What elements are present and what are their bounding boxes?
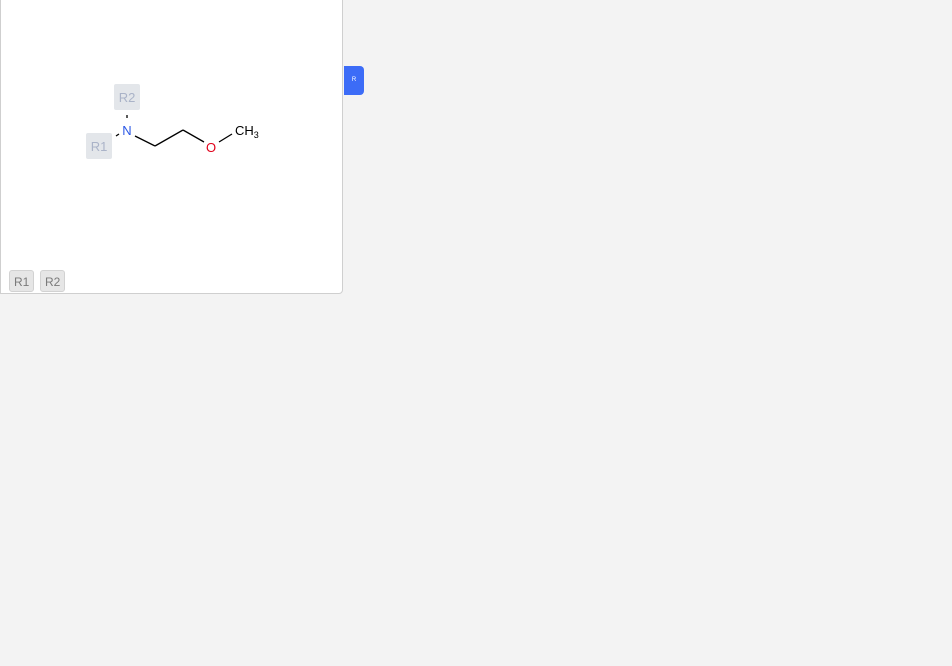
side-panel-tab[interactable]: R bbox=[344, 66, 364, 95]
molecule-canvas[interactable]: R2 R1 N O CH3 bbox=[1, 1, 344, 295]
methyl-ch: CH bbox=[235, 123, 254, 138]
r1-attachment-label: R1 bbox=[91, 139, 108, 154]
rgroup-chip-r2[interactable]: R2 bbox=[40, 270, 66, 292]
r2-attachment-label: R2 bbox=[119, 90, 136, 105]
bond-c1-c2 bbox=[154, 129, 184, 147]
methyl-subscript: 3 bbox=[254, 130, 259, 140]
bond-o-ch3 bbox=[218, 133, 233, 143]
nitrogen-atom[interactable]: N bbox=[122, 123, 131, 138]
bond-c2-o bbox=[182, 129, 205, 143]
methyl-group[interactable]: CH3 bbox=[235, 123, 259, 140]
rgroup-chip-r1[interactable]: R1 bbox=[9, 270, 35, 292]
oxygen-atom[interactable]: O bbox=[206, 140, 216, 155]
structure-card: R2 R1 N O CH3 R1 R2 bbox=[0, 0, 343, 294]
bond-n-c1 bbox=[134, 135, 156, 147]
bond-r1-n bbox=[115, 133, 120, 137]
